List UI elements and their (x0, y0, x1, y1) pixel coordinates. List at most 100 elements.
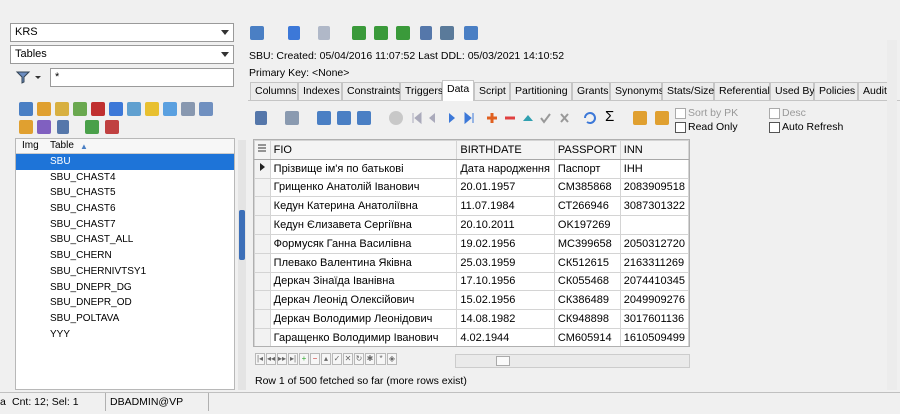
tab-auditi[interactable]: Auditi (858, 82, 889, 100)
current-row-indicator-icon[interactable] (254, 158, 271, 179)
grid-cell[interactable]: Деркач Зінаїда Іванівна (269, 271, 458, 292)
grid-menu-icon[interactable] (254, 140, 271, 160)
row-indicator[interactable] (254, 290, 271, 311)
row-indicator[interactable] (254, 177, 271, 198)
grid-cell[interactable]: 15.02.1956 (456, 290, 555, 311)
user-lock-icon[interactable] (655, 111, 669, 125)
copy-icon[interactable] (73, 102, 87, 116)
tab-triggers[interactable]: Triggers (400, 82, 443, 100)
read-only-checkbox[interactable] (675, 122, 686, 133)
grid-cell[interactable]: 4.02.1944 (456, 327, 555, 346)
table-row[interactable]: Деркач Леонід Олексійович 15.02.1956 СК386… (254, 290, 689, 311)
aggregate-icon[interactable]: Σ (605, 108, 614, 125)
row-indicator[interactable] (254, 271, 271, 292)
folder-icon[interactable] (19, 120, 33, 134)
grid-icon[interactable] (127, 102, 141, 116)
table-list-item[interactable]: SBU (16, 154, 234, 170)
last-record-icon[interactable]: ▸| (288, 353, 298, 365)
grid-cell[interactable]: Плевако Валентина Яківна (269, 252, 458, 273)
grid-cell[interactable]: Гаращенко Володимир Іванович (269, 327, 458, 346)
next-page-icon[interactable]: ▸▸ (277, 353, 287, 365)
export-icon[interactable] (357, 111, 371, 125)
cancel-icon[interactable]: ✕ (343, 353, 353, 365)
back-arrow-icon[interactable] (288, 26, 300, 40)
table-list-item[interactable]: SBU_POLTAVA (16, 311, 234, 327)
filter-icon[interactable] (255, 111, 267, 125)
table-row[interactable]: Деркач Зінаїда Іванівна 17.10.1956 СК05546… (254, 271, 689, 292)
table-row[interactable]: Кедун Катерина Анатоліївна 11.07.1984 СТ26… (254, 196, 689, 217)
chart-icon[interactable] (181, 102, 195, 116)
tab-indexes[interactable]: Indexes (298, 82, 342, 100)
grid-cell[interactable]: 19.02.1956 (456, 233, 555, 254)
new-table-icon[interactable] (19, 102, 33, 116)
grid-cell[interactable]: Кедун Єлизавета Сергіївна (269, 215, 458, 235)
table-row[interactable]: Гаращенко Володимир Іванович 4.02.1944 СМ6… (254, 327, 689, 346)
grid-cell[interactable] (619, 215, 689, 235)
grid-cell[interactable]: Деркач Володимир Леонідович (269, 309, 458, 329)
grid-cell[interactable]: СК055468 (553, 271, 621, 292)
prev-page-icon[interactable]: ◂◂ (266, 353, 276, 365)
table-row[interactable]: Плевако Валентина Яківна 25.03.1959 СК5126… (254, 252, 689, 273)
column-header-fio[interactable]: FIO (269, 140, 458, 160)
goto-bookmark-icon[interactable]: * (376, 353, 386, 365)
scrollbar-thumb[interactable] (496, 356, 510, 366)
tab-grants[interactable]: Grants (572, 82, 610, 100)
table-row[interactable]: Деркач Володимир Леонідович 14.08.1982 СК9… (254, 309, 689, 329)
row-indicator[interactable] (254, 196, 271, 217)
desc-checkbox[interactable] (769, 108, 780, 119)
splitter-handle[interactable] (239, 210, 245, 260)
delete-icon[interactable]: − (310, 353, 320, 365)
tab-policies[interactable]: Policies (814, 82, 858, 100)
column-header-inn[interactable]: INN (619, 140, 689, 160)
row-indicator[interactable] (254, 233, 271, 254)
table-list-item[interactable]: SBU_DNEPR_OD (16, 295, 234, 311)
grid-cell[interactable]: 2083909518 (619, 177, 689, 198)
tab-usedby[interactable]: Used By (770, 82, 815, 100)
filter-icon[interactable]: ◈ (387, 353, 397, 365)
grid-cell[interactable]: Деркач Леонід Олексійович (269, 290, 458, 311)
table-row[interactable]: Кедун Єлизавета Сергіївна 20.10.2011 OK197… (254, 215, 689, 235)
connect-icon[interactable] (250, 26, 264, 40)
grid-cell[interactable]: 25.03.1959 (456, 252, 555, 273)
table-list-item[interactable]: YYY (16, 327, 234, 343)
grid-cell[interactable]: 2050312720 (619, 233, 689, 254)
grid-cell[interactable]: 2049909276 (619, 290, 689, 311)
grid-cell[interactable]: Грищенко Анатолій Іванович (269, 177, 458, 198)
grid-cell[interactable]: 1610509499 (619, 327, 689, 346)
table-list-item[interactable]: SBU_CHERNIVTSY1 (16, 264, 234, 280)
img-column-header[interactable]: Img (22, 139, 39, 153)
stop-icon[interactable] (389, 111, 403, 125)
refresh-icon[interactable] (352, 26, 366, 40)
grid-cell[interactable]: Дата народження (456, 158, 555, 179)
insert-icon[interactable]: + (299, 353, 309, 365)
edit-icon[interactable] (37, 102, 51, 116)
grid-cell[interactable]: СТ266946 (553, 196, 621, 217)
tab-partitioning[interactable]: Partitioning (510, 82, 572, 100)
grid-cell[interactable]: СМ605914 (553, 327, 621, 346)
drop-icon[interactable] (91, 102, 105, 116)
edit-icon[interactable]: ▴ (321, 353, 331, 365)
row-indicator[interactable] (254, 309, 271, 329)
sort-icon[interactable] (85, 120, 99, 134)
table-list-item[interactable]: SBU_CHAST6 (16, 201, 234, 217)
grid-view-icon[interactable] (337, 111, 351, 125)
row-indicator[interactable] (254, 327, 271, 346)
first-record-icon[interactable]: |◂ (255, 353, 265, 365)
grid-cell[interactable]: 14.08.1982 (456, 309, 555, 329)
grid-cell[interactable]: Прізвище ім'я по батькові (269, 158, 458, 179)
filter-input[interactable]: * (50, 68, 234, 87)
horizontal-scrollbar[interactable] (455, 354, 690, 368)
grid-cell[interactable]: 3017601136 (619, 309, 689, 329)
tab-statssize[interactable]: Stats/Size (662, 82, 714, 100)
table-row[interactable]: Грищенко Анатолій Іванович 20.01.1957 СМ38… (254, 177, 689, 198)
grid-cell[interactable]: 11.07.1984 (456, 196, 555, 217)
column-header-passport[interactable]: PASSPORT (553, 140, 621, 160)
table-list-item[interactable]: SBU_CHAST_ALL (16, 232, 234, 248)
grid-cell[interactable]: 3087301322 (619, 196, 689, 217)
compile-icon[interactable] (396, 26, 410, 40)
star-icon[interactable] (145, 102, 159, 116)
form-view-icon[interactable] (317, 111, 331, 125)
tab-data[interactable]: Data (442, 80, 474, 101)
grid-cell[interactable]: OK197269 (553, 215, 621, 235)
grid-cell[interactable]: 20.10.2011 (456, 215, 555, 235)
